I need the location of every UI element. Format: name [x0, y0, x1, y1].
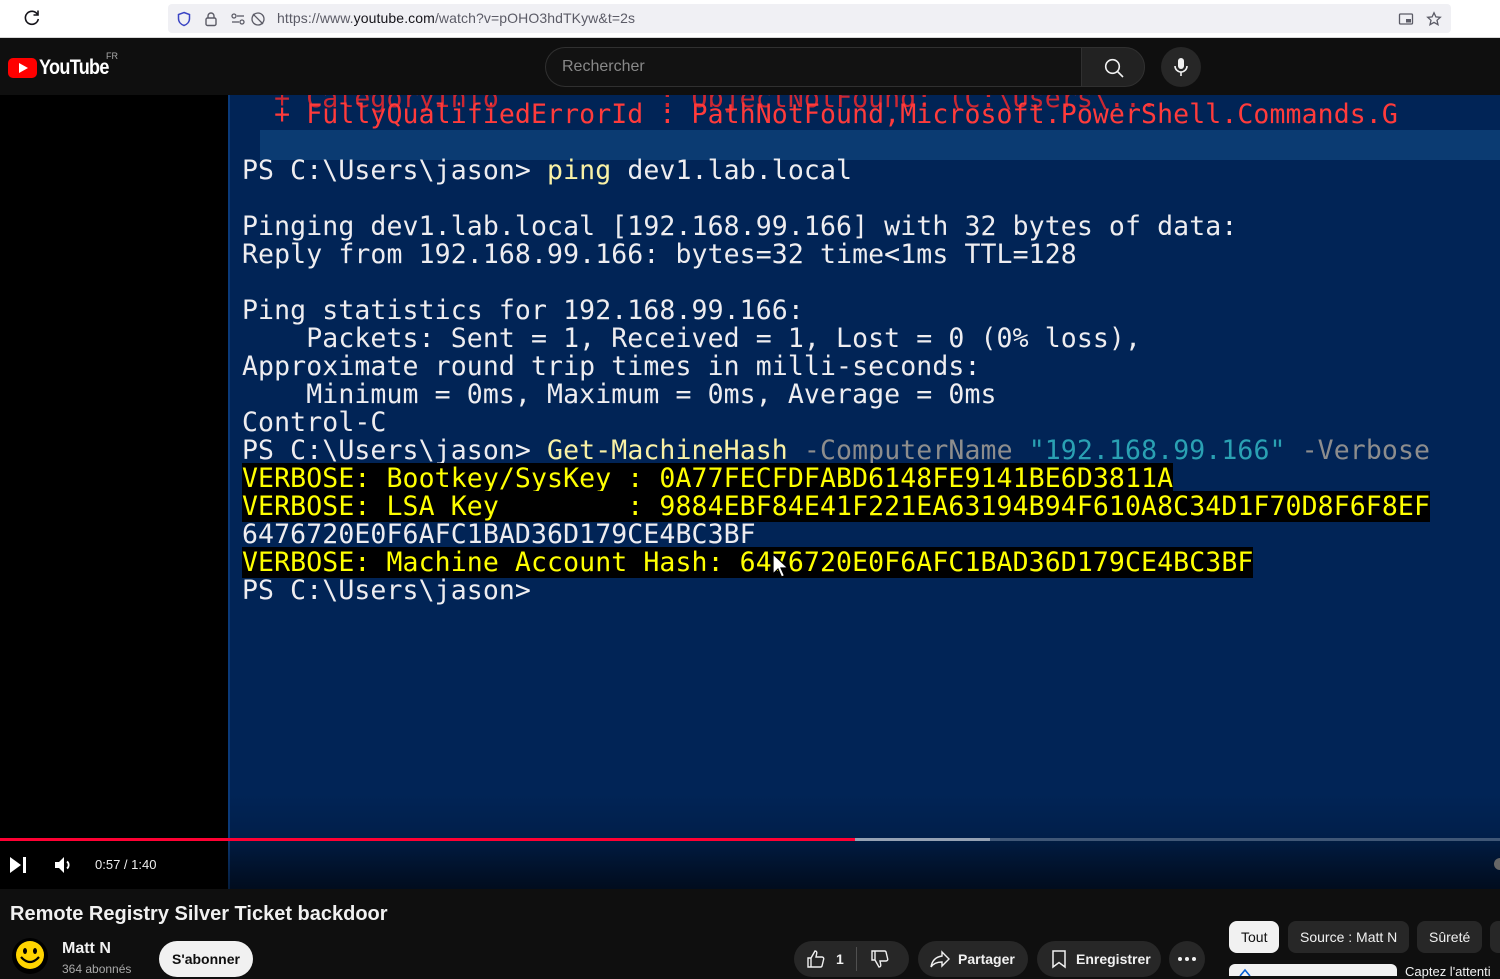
like-button[interactable]: 1 [794, 941, 856, 977]
terminal-line: Pinging dev1.lab.local [192.168.99.166] … [242, 211, 1238, 242]
more-horizontal-icon [1178, 957, 1196, 961]
tracking-off-icon[interactable] [250, 11, 266, 27]
channel-avatar[interactable] [12, 938, 48, 974]
terminal-line: Minimum = 0ms, Maximum = 0ms, Average = … [242, 379, 997, 410]
search-input[interactable] [546, 48, 1083, 86]
time-display: 0:57 / 1:40 [95, 857, 157, 872]
shield-icon[interactable] [176, 11, 192, 27]
url-path: /watch?v=pOHO3hdTKyw&t=2s [434, 10, 636, 26]
pip-icon[interactable] [1398, 11, 1414, 27]
subscriber-count: 364 abonnés [62, 962, 132, 976]
terminal-verbose-line: VERBOSE: LSA Key : 9884EBF84E41F221EA631… [242, 491, 1431, 522]
sidebar-ad-card[interactable] [1229, 964, 1397, 976]
search-icon [1104, 58, 1124, 78]
voice-search-button[interactable] [1161, 47, 1201, 87]
terminal-line: Control-C [242, 407, 387, 438]
terminal-error-line: + FullyQualifiedErrorId : PathNotFound,M… [274, 99, 1398, 130]
smiley-avatar-icon [16, 941, 44, 969]
microphone-icon [1174, 58, 1188, 76]
logo-text: YouTube [39, 56, 109, 79]
browser-toolbar: https://www.youtube.com/watch?v=pOHO3hdT… [0, 0, 1500, 38]
chip-surete[interactable]: Sûreté [1417, 921, 1483, 953]
like-count: 1 [836, 951, 844, 967]
volume-icon[interactable] [51, 853, 75, 877]
save-button[interactable]: Enregistrer [1037, 941, 1161, 977]
player-controls [0, 841, 1500, 889]
chip-next[interactable] [1490, 921, 1500, 953]
address-bar[interactable]: https://www.youtube.com/watch?v=pOHO3hdT… [168, 4, 1451, 33]
lock-icon[interactable] [203, 11, 219, 27]
search-button[interactable] [1081, 47, 1145, 87]
terminal-verbose-line: VERBOSE: Bootkey/SysKey : 0A77FECFDFABD6… [242, 463, 1174, 494]
terminal-line: Reply from 192.168.99.166: bytes=32 time… [242, 239, 1077, 270]
video-player[interactable]: + CategoryInfo : ObjectNotFound: (C:\Use… [0, 95, 1500, 889]
terminal-line: Packets: Sent = 1, Received = 1, Lost = … [242, 323, 1142, 354]
url-prefix: https://www. [277, 10, 354, 26]
video-title: Remote Registry Silver Ticket backdoor [10, 903, 388, 925]
chip-label: Tout [1241, 929, 1268, 945]
youtube-header: YouTube FR [0, 38, 1500, 95]
terminal-hash-command: PS C:\Users\jason> Get-MachineHash -Comp… [242, 435, 1431, 466]
chip-label: Sûreté [1429, 929, 1471, 945]
share-button[interactable]: Partager [918, 941, 1028, 977]
dislike-button[interactable] [857, 941, 890, 977]
sidebar-ad-text: Captez l'attenti [1405, 964, 1491, 979]
like-dislike-group: 1 [794, 941, 909, 977]
scrollbar-thumb[interactable] [1494, 858, 1500, 870]
terminal-ping-command: PS C:\Users\jason> ping dev1.lab.local [242, 155, 853, 186]
bookmark-icon [1052, 950, 1066, 969]
powershell-terminal-frame: + CategoryInfo : ObjectNotFound: (C:\Use… [228, 95, 1500, 889]
terminal-line: Ping statistics for 192.168.99.166: [242, 295, 804, 326]
url-host: youtube.com [353, 10, 435, 26]
permissions-icon[interactable] [230, 11, 246, 27]
share-icon [930, 950, 950, 968]
channel-name[interactable]: Matt N [62, 940, 111, 958]
subscribe-button[interactable]: S'abonner [159, 941, 253, 977]
chip-all[interactable]: Tout [1229, 921, 1280, 953]
more-actions-button[interactable] [1169, 941, 1205, 977]
url-text[interactable]: https://www.youtube.com/watch?v=pOHO3hdT… [277, 10, 635, 26]
chip-label: Source : Matt N [1300, 929, 1398, 945]
thumbs-up-icon [807, 950, 825, 968]
mouse-cursor-icon [772, 553, 790, 578]
youtube-play-icon [8, 58, 37, 78]
terminal-prompt: PS C:\Users\jason> [242, 575, 531, 606]
reload-icon[interactable] [22, 8, 42, 28]
terminal-verbose-line: VERBOSE: Machine Account Hash: 6476720E0… [242, 547, 1254, 578]
bookmark-star-icon[interactable] [1426, 11, 1442, 27]
terminal-line: Approximate round trip times in milli-se… [242, 351, 981, 382]
country-code: FR [106, 51, 118, 61]
save-label: Enregistrer [1076, 951, 1151, 967]
next-video-icon[interactable] [6, 853, 30, 877]
terminal-hash-line: 6476720E0F6AFC1BAD36D179CE4BC3BF [242, 519, 756, 550]
ad-logo-icon [1239, 968, 1251, 976]
share-label: Partager [958, 951, 1015, 967]
search-box [545, 47, 1083, 87]
chip-source[interactable]: Source : Matt N [1288, 921, 1410, 953]
youtube-logo[interactable]: YouTube [8, 56, 120, 79]
thumbs-down-icon [871, 950, 889, 968]
